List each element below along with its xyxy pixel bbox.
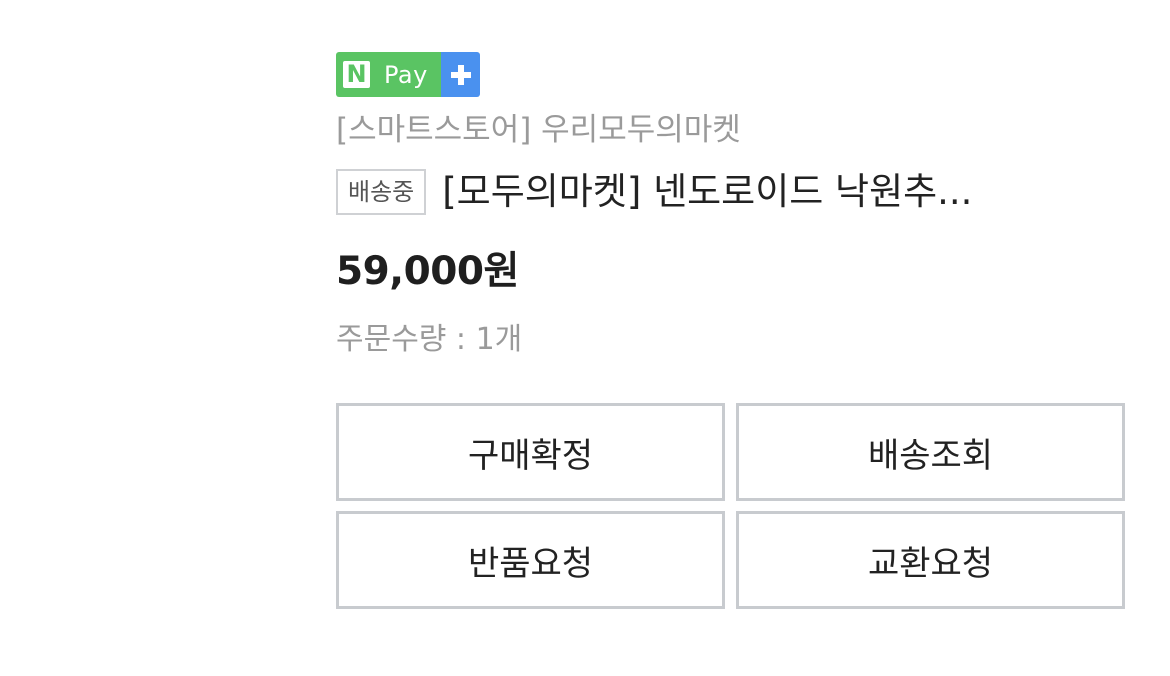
request-exchange-button[interactable]: 교환요청 bbox=[736, 511, 1125, 609]
naver-pay-logo: N Pay bbox=[336, 52, 441, 97]
store-name[interactable]: [스마트스토어] 우리모두의마켓 bbox=[336, 108, 741, 152]
pay-label: Pay bbox=[384, 60, 428, 89]
track-delivery-button[interactable]: 배송조회 bbox=[736, 403, 1125, 501]
product-title[interactable]: [모두의마켓] 넨도로이드 낙원추... bbox=[442, 166, 1096, 218]
naver-pay-plus-badge: N Pay bbox=[336, 52, 480, 97]
confirm-purchase-button[interactable]: 구매확정 bbox=[336, 403, 725, 501]
product-title-row: 배송중 [모두의마켓] 넨도로이드 낙원추... bbox=[336, 166, 1096, 218]
request-return-button[interactable]: 반품요청 bbox=[336, 511, 725, 609]
order-actions: 구매확정 배송조회 반품요청 교환요청 bbox=[336, 403, 1125, 609]
naver-n-icon: N bbox=[343, 61, 370, 88]
delivery-status-badge: 배송중 bbox=[336, 169, 427, 215]
product-price: 59,000원 bbox=[336, 249, 519, 294]
plus-icon bbox=[441, 52, 480, 97]
order-quantity: 주문수량 : 1개 bbox=[336, 322, 523, 357]
